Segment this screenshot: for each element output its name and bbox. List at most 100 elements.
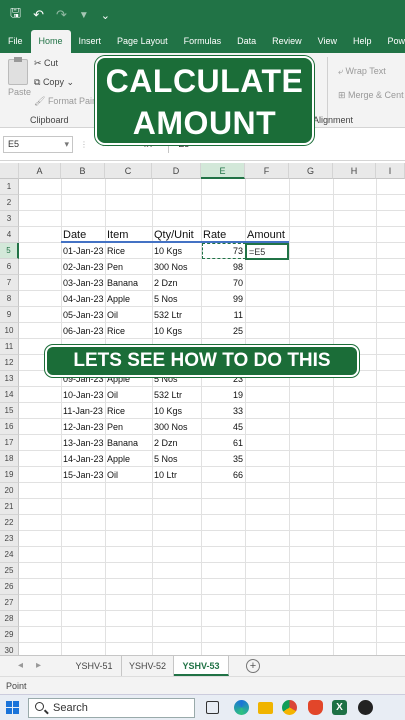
excel-taskbar-icon[interactable]: X [332, 700, 347, 715]
cell-item[interactable]: Banana [105, 435, 152, 451]
filter-icon[interactable]: ▼ [79, 10, 89, 21]
cell-date[interactable]: 15-Jan-23 [61, 467, 105, 483]
row-header-22[interactable]: 22 [0, 515, 19, 531]
cell-qty[interactable]: 10 Kgs [152, 403, 201, 419]
column-header-h[interactable]: H [333, 163, 376, 179]
cell-qty[interactable]: 10 Kgs [152, 243, 201, 259]
cell-item[interactable]: Oil [105, 307, 152, 323]
paste-icon[interactable] [8, 57, 28, 85]
chrome-icon[interactable] [282, 700, 297, 715]
row-header-24[interactable]: 24 [0, 547, 19, 563]
copy-button[interactable]: ⧉ Copy ⌄ [34, 77, 74, 88]
merge-center-button[interactable]: ⊞ Merge & Cent [338, 90, 404, 101]
tab-file[interactable]: File [0, 30, 31, 53]
redo-icon[interactable]: ↷ [56, 7, 67, 23]
tab-insert[interactable]: Insert [71, 30, 110, 53]
cell-item[interactable]: Oil [105, 387, 152, 403]
sheet-tab-yshv-53[interactable]: YSHV-53 [174, 656, 229, 676]
cell-item[interactable]: Apple [105, 451, 152, 467]
row-header-3[interactable]: 3 [0, 211, 19, 227]
cell-date[interactable]: 05-Jan-23 [61, 307, 105, 323]
row-header-5[interactable]: 5 [0, 243, 19, 259]
cell-date[interactable]: 11-Jan-23 [61, 403, 105, 419]
cell-date[interactable]: 13-Jan-23 [61, 435, 105, 451]
cell-date[interactable]: 12-Jan-23 [61, 419, 105, 435]
add-sheet-button[interactable]: + [246, 659, 260, 673]
row-header-28[interactable]: 28 [0, 611, 19, 627]
tab-review[interactable]: Review [264, 30, 310, 53]
row-header-26[interactable]: 26 [0, 579, 19, 595]
row-header-18[interactable]: 18 [0, 451, 19, 467]
column-header-g[interactable]: G [289, 163, 333, 179]
cell-qty[interactable]: 300 Nos [152, 419, 201, 435]
customize-icon[interactable]: ⌄ [101, 9, 110, 22]
cell-qty[interactable]: 10 Ltr [152, 467, 201, 483]
cell-date[interactable]: 06-Jan-23 [61, 323, 105, 339]
column-header-e[interactable]: E [201, 163, 245, 179]
cell-rate[interactable]: 11 [201, 307, 245, 323]
cell-qty[interactable]: 300 Nos [152, 259, 201, 275]
cell-qty[interactable]: 2 Dzn [152, 435, 201, 451]
obs-icon[interactable] [358, 700, 373, 715]
row-header-1[interactable]: 1 [0, 179, 19, 195]
cell-rate[interactable]: 70 [201, 275, 245, 291]
cell-qty[interactable]: 5 Nos [152, 451, 201, 467]
cell-rate[interactable]: 61 [201, 435, 245, 451]
row-header-16[interactable]: 16 [0, 419, 19, 435]
cell-rate[interactable]: 98 [201, 259, 245, 275]
cell-item[interactable]: Pen [105, 259, 152, 275]
cell-qty[interactable]: 532 Ltr [152, 387, 201, 403]
cell-rate[interactable]: 25 [201, 323, 245, 339]
row-header-7[interactable]: 7 [0, 275, 19, 291]
column-header-c[interactable]: C [105, 163, 152, 179]
sheet-tab-yshv-52[interactable]: YSHV-52 [122, 656, 174, 676]
paste-button[interactable]: Paste [8, 87, 31, 97]
column-header-d[interactable]: D [152, 163, 201, 179]
file-explorer-icon[interactable] [258, 702, 273, 714]
cell-rate[interactable]: 66 [201, 467, 245, 483]
cell-rate[interactable]: 45 [201, 419, 245, 435]
cell-item[interactable]: Oil [105, 467, 152, 483]
tab-home[interactable]: Home [30, 30, 71, 53]
task-view-icon[interactable] [206, 701, 219, 714]
cell-item[interactable]: Rice [105, 403, 152, 419]
row-header-25[interactable]: 25 [0, 563, 19, 579]
tab-help[interactable]: Help [345, 30, 380, 53]
cell-qty[interactable]: 2 Dzn [152, 275, 201, 291]
row-header-23[interactable]: 23 [0, 531, 19, 547]
sheet-tab-yshv-51[interactable]: YSHV-51 [67, 656, 122, 676]
cell-item[interactable]: Rice [105, 323, 152, 339]
tab-formulas[interactable]: Formulas [176, 30, 230, 53]
row-header-12[interactable]: 12 [0, 355, 19, 371]
cell-rate[interactable]: 35 [201, 451, 245, 467]
cell-date[interactable]: 04-Jan-23 [61, 291, 105, 307]
tab-view[interactable]: View [310, 30, 345, 53]
brave-icon[interactable] [308, 700, 323, 715]
wrap-text-button[interactable]: ⤶ Wrap Text [338, 66, 386, 77]
cell-date[interactable]: 02-Jan-23 [61, 259, 105, 275]
sheet-prev-icon[interactable]: ◂ [18, 656, 23, 676]
row-header-19[interactable]: 19 [0, 467, 19, 483]
cell-qty[interactable]: 5 Nos [152, 291, 201, 307]
save-icon[interactable]: 🖫 [10, 4, 21, 26]
tab-data[interactable]: Data [229, 30, 264, 53]
cell-rate[interactable]: 19 [201, 387, 245, 403]
windows-start-icon[interactable] [6, 701, 19, 714]
column-header-a[interactable]: A [19, 163, 61, 179]
row-header-15[interactable]: 15 [0, 403, 19, 419]
row-header-6[interactable]: 6 [0, 259, 19, 275]
cell-date[interactable]: 14-Jan-23 [61, 451, 105, 467]
cell-qty[interactable]: 10 Kgs [152, 323, 201, 339]
row-header-10[interactable]: 10 [0, 323, 19, 339]
cell-date[interactable]: 01-Jan-23 [61, 243, 105, 259]
row-header-21[interactable]: 21 [0, 499, 19, 515]
cell-rate[interactable]: 33 [201, 403, 245, 419]
edge-icon[interactable] [234, 700, 249, 715]
tab-page-layout[interactable]: Page Layout [109, 30, 176, 53]
row-header-11[interactable]: 11 [0, 339, 19, 355]
tab-pow[interactable]: Pow [380, 30, 405, 53]
row-header-8[interactable]: 8 [0, 291, 19, 307]
undo-icon[interactable]: ↶ [33, 7, 44, 23]
row-header-9[interactable]: 9 [0, 307, 19, 323]
column-header-f[interactable]: F [245, 163, 289, 179]
